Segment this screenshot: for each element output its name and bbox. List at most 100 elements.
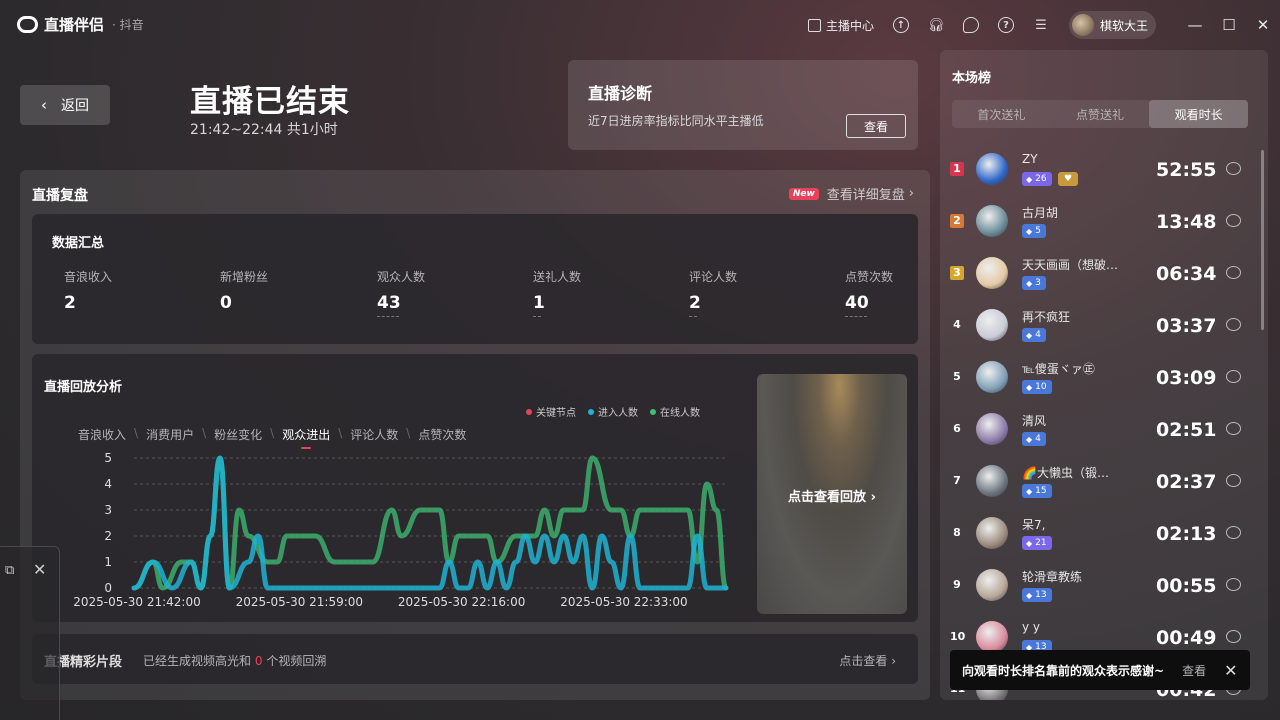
chat-bubble-icon[interactable] <box>1226 526 1241 539</box>
close-icon[interactable]: ✕ <box>1224 661 1237 680</box>
list-item[interactable]: 3 天天画画（想破… ◆ 3 06:34 <box>940 248 1260 300</box>
maximize-icon[interactable]: ☐ <box>1212 16 1246 34</box>
avatar[interactable] <box>976 257 1008 289</box>
viewer-name: 清风 <box>1022 414 1047 428</box>
avatar[interactable] <box>976 309 1008 341</box>
metric-commenters[interactable]: 评论人数 2 <box>689 268 799 317</box>
list-item[interactable]: 4 再不疯狂 ◆ 4 03:37 <box>940 300 1260 352</box>
upload-icon[interactable]: ↑ <box>892 16 910 34</box>
avatar[interactable] <box>976 621 1008 653</box>
app-logo: 直播伴侣 · 抖音 <box>17 14 144 35</box>
list-item[interactable]: 1 ZY ◆ 26 ♥ 52:55 <box>940 144 1260 196</box>
level-value: 15 <box>1035 486 1047 496</box>
y-tick-label: 4 <box>104 477 112 491</box>
diagnosis-view-button[interactable]: 查看 <box>846 114 906 138</box>
minimize-icon[interactable]: — <box>1178 16 1212 34</box>
app-name: 直播伴侣 <box>44 16 105 34</box>
chat-bubble-icon[interactable] <box>1226 630 1241 643</box>
chat-bubble-icon[interactable] <box>1226 266 1241 279</box>
chat-bubble-icon[interactable] <box>1226 578 1241 591</box>
close-icon[interactable]: ✕ <box>1246 16 1280 34</box>
user-profile-chip[interactable]: 棋软大王 <box>1068 11 1156 39</box>
replay-thumbnail[interactable]: 点击查看回放 › <box>757 374 907 614</box>
watch-time: 00:55 <box>1156 575 1217 597</box>
level-value: 5 <box>1035 226 1041 236</box>
tab-like-gift[interactable]: 点赞送礼 <box>1051 100 1150 128</box>
metric-viewers[interactable]: 观众人数 43 <box>377 268 487 317</box>
gem-icon: ◆ <box>1026 174 1033 184</box>
dashed-underline <box>689 316 697 317</box>
list-item[interactable]: 7 🌈大懒虫（锻… ◆ 15 02:37 <box>940 456 1260 508</box>
metric-likes[interactable]: 点赞次数 40 <box>845 268 955 317</box>
metric-value: 2 <box>689 293 701 313</box>
watch-time: 02:51 <box>1156 419 1217 441</box>
dashed-underline <box>377 316 399 317</box>
list-item[interactable]: 2 古月胡 ◆ 5 13:48 <box>940 196 1260 248</box>
page-title: 直播已结束 <box>190 84 350 120</box>
viewer-name: 轮滑章教练 <box>1022 570 1083 584</box>
metric-value: 1 <box>533 293 545 313</box>
level-badge: ◆ 13 <box>1022 588 1052 602</box>
chat-bubble-icon[interactable] <box>1226 422 1241 435</box>
level-value: 26 <box>1035 174 1047 184</box>
avatar[interactable] <box>976 361 1008 393</box>
avatar[interactable] <box>976 153 1008 185</box>
back-button[interactable]: ‹ 返回 <box>20 85 110 125</box>
tab-first-gift[interactable]: 首次送礼 <box>952 100 1051 128</box>
level-badge: ◆ 4 <box>1022 432 1046 446</box>
toast-text: 向观看时长排名靠前的观众表示感谢~ <box>962 663 1165 678</box>
list-item[interactable]: 6 清风 ◆ 4 02:51 <box>940 404 1260 456</box>
list-item[interactable]: 5 ℡傻蛋ヾァ㊣ ◆ 10 03:09 <box>940 352 1260 404</box>
list-item[interactable]: 8 呆7, ◆ 21 02:13 <box>940 508 1260 560</box>
scrollbar[interactable] <box>1261 150 1264 330</box>
diagnosis-desc: 近7日进房率指标比同水平主播低 <box>588 114 764 128</box>
app-platform: · 抖音 <box>112 18 144 32</box>
viewer-name: ℡傻蛋ヾァ㊣ <box>1022 362 1095 376</box>
avatar[interactable] <box>976 517 1008 549</box>
metric-gifters[interactable]: 送礼人数 1 <box>533 268 643 317</box>
viewer-name: 🌈大懒虫（锻… <box>1022 466 1109 480</box>
highlights-desc: 已经生成视频高光和 0 个视频回溯 <box>143 652 326 669</box>
highlights-count: 0 <box>254 654 263 668</box>
viewer-name: ZY <box>1022 152 1038 166</box>
chat-bubble-icon[interactable] <box>1226 474 1241 487</box>
avatar[interactable] <box>976 569 1008 601</box>
chat-bubble-icon[interactable] <box>962 16 980 34</box>
logo-icon <box>17 16 38 33</box>
avatar[interactable] <box>976 205 1008 237</box>
level-value: 21 <box>1035 538 1047 548</box>
toast-view-link[interactable]: 查看 <box>1182 662 1206 679</box>
y-tick-label: 1 <box>104 555 112 569</box>
tab-watch-time[interactable]: 观看时长 <box>1149 100 1249 128</box>
ranking-panel: 本场榜 首次送礼 点赞送礼 观看时长 1 ZY ◆ 26 ♥ 52:55 2 古月胡 ◆ 5 13:… <box>940 50 1268 700</box>
help-icon[interactable]: ? <box>997 16 1015 34</box>
list-item[interactable]: 9 轮滑章教练 ◆ 13 00:55 <box>940 560 1260 612</box>
avatar[interactable] <box>976 465 1008 497</box>
audience-flow-chart[interactable]: 0 1 2 3 4 5 2025-05-30 21:42:00 2025-05-30 21:5… <box>32 354 752 622</box>
chat-bubble-icon[interactable] <box>1226 162 1241 175</box>
avatar <box>1071 14 1094 36</box>
highlights-view-link[interactable]: 点击查看 › <box>839 652 896 669</box>
gem-icon: ◆ <box>1026 382 1033 392</box>
broadcast-center-button[interactable]: 主播中心 <box>807 17 874 34</box>
headset-icon[interactable]: 🎧︎ <box>927 16 945 34</box>
x-tick-label: 2025-05-30 21:42:00 <box>73 595 200 609</box>
level-badge: ◆ 4 <box>1022 328 1046 342</box>
watch-time: 52:55 <box>1156 159 1217 181</box>
metric-value: 2 <box>64 293 76 313</box>
metric-value: 0 <box>220 293 232 313</box>
detailed-review-link[interactable]: New 查看详细复盘 › <box>788 184 914 203</box>
chat-bubble-icon[interactable] <box>1226 214 1241 227</box>
level-badge: ◆ 15 <box>1022 484 1052 498</box>
level-value: 10 <box>1035 382 1047 392</box>
highlights-desc-prefix: 已经生成视频高光和 <box>143 654 252 668</box>
ranking-list: 1 ZY ◆ 26 ♥ 52:55 2 古月胡 ◆ 5 13:48 3 天天画画（想破… ◆ 3 06:34 4… <box>940 144 1260 700</box>
expand-icon[interactable]: ⧉ <box>5 563 14 578</box>
chat-bubble-icon[interactable] <box>1226 318 1241 331</box>
menu-icon[interactable]: ☰ <box>1032 16 1050 34</box>
close-icon[interactable]: ✕ <box>33 560 46 579</box>
avatar[interactable] <box>976 413 1008 445</box>
rank-number: 3 <box>950 266 964 280</box>
chat-bubble-icon[interactable] <box>1226 370 1241 383</box>
floating-mini-widget: ⧉ ✕ <box>0 546 60 720</box>
